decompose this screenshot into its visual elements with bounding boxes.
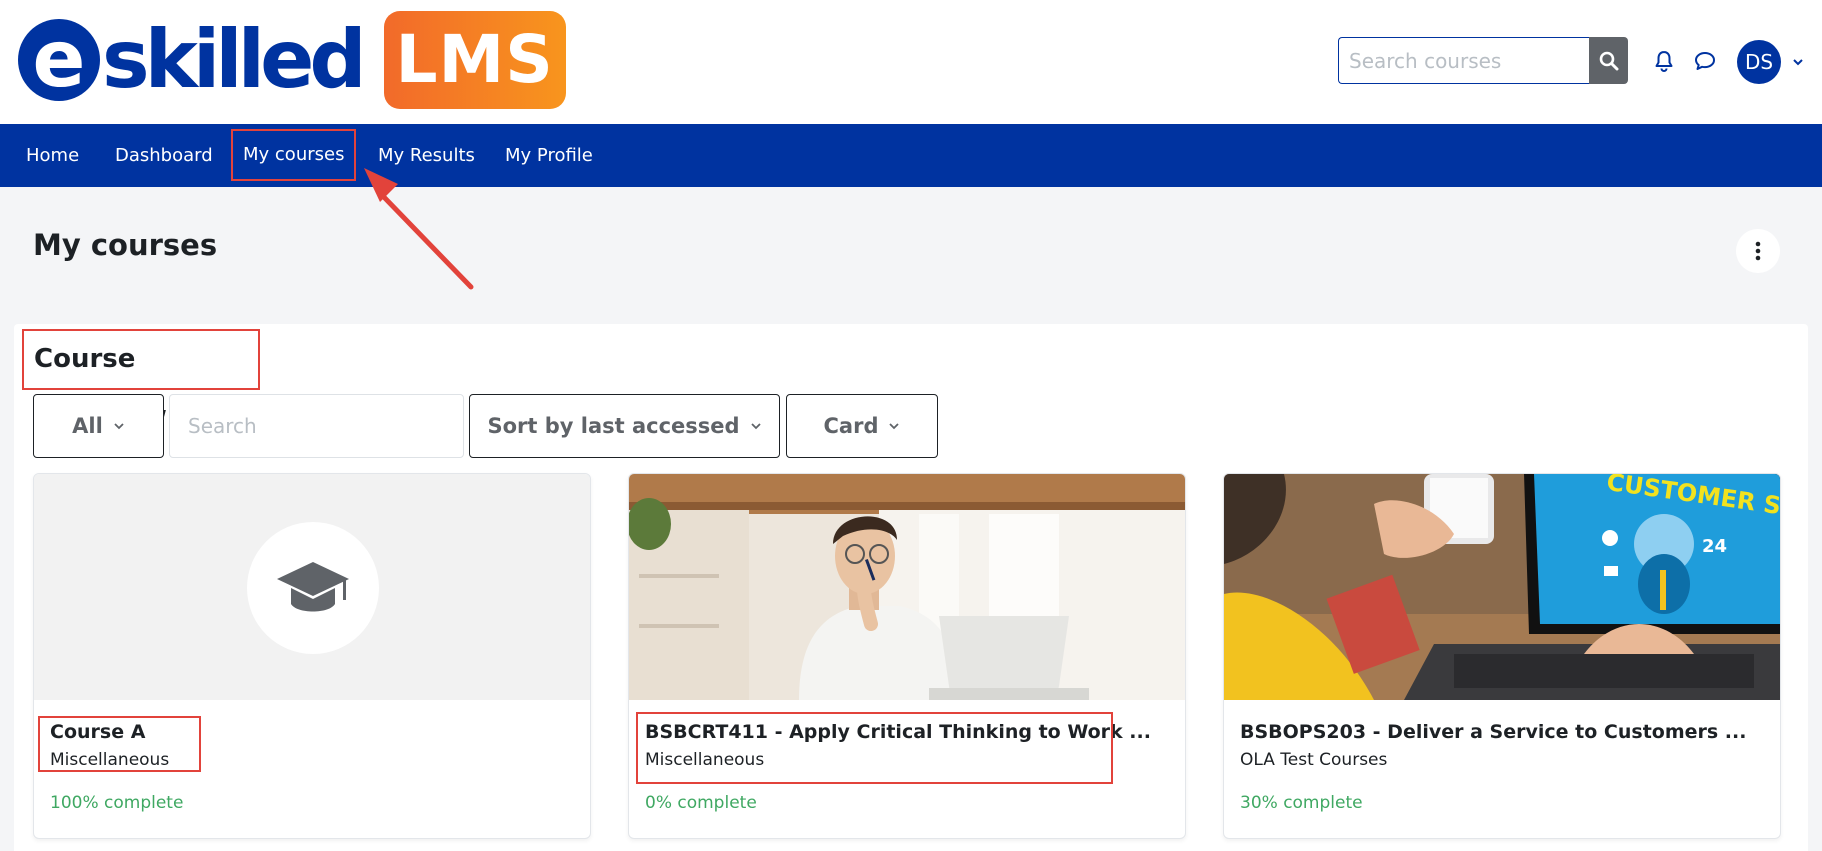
user-avatar[interactable]: DS <box>1737 40 1781 84</box>
search-button[interactable] <box>1589 37 1628 84</box>
site-header: e skilled LMS DS <box>0 0 1822 124</box>
logo-wordmark: skilled <box>102 13 367 106</box>
search-courses-input[interactable] <box>1338 37 1589 84</box>
course-placeholder-circle <box>247 522 379 654</box>
page-actions-button[interactable] <box>1736 229 1780 273</box>
chat-icon[interactable] <box>1693 49 1717 73</box>
customer-service-24: 24 <box>1702 536 1727 557</box>
course-card-image[interactable] <box>629 474 1185 700</box>
nav-my-results[interactable]: My Results <box>378 124 475 187</box>
course-card[interactable]: Course A Miscellaneous 100% complete <box>33 473 591 839</box>
chevron-down-icon <box>750 423 761 430</box>
chevron-down-icon[interactable] <box>1791 55 1805 69</box>
bell-icon[interactable] <box>1652 49 1676 73</box>
search-icon <box>1599 51 1618 70</box>
graduation-cap-icon <box>277 562 349 612</box>
course-progress: 0% complete <box>645 793 757 813</box>
view-mode-dropdown-button[interactable]: Card <box>786 394 938 458</box>
nav-my-courses[interactable]: My courses <box>230 129 357 181</box>
course-image-thinking-man <box>629 474 1185 700</box>
nav-dashboard[interactable]: Dashboard <box>115 124 213 187</box>
course-image-customer-service: 24 CUSTOMER SERVICE <box>1224 474 1780 700</box>
logo-e-mark: e <box>18 19 100 101</box>
course-filter-search-input[interactable] <box>169 394 464 458</box>
highlight-course-a <box>38 716 201 772</box>
course-title[interactable]: BSBOPS203 - Deliver a Service to Custome… <box>1240 721 1746 743</box>
eskilled-lms-logo[interactable]: e skilled LMS <box>18 8 566 112</box>
page-title: My courses <box>33 228 218 262</box>
course-card[interactable]: 24 CUSTOMER SERVICE BSBOPS203 - Deliver … <box>1223 473 1781 839</box>
grouping-filter-button[interactable]: All <box>33 394 164 458</box>
course-category: OLA Test Courses <box>1240 750 1388 770</box>
course-progress: 30% complete <box>1240 793 1363 813</box>
primary-navigation: Home Dashboard My courses My Results My … <box>0 124 1822 187</box>
logo-lms-badge: LMS <box>383 11 566 109</box>
chevron-down-icon <box>114 423 124 430</box>
nav-my-profile[interactable]: My Profile <box>505 124 593 187</box>
sort-dropdown-label: Sort by last accessed <box>487 414 740 438</box>
nav-home[interactable]: Home <box>26 124 79 187</box>
chevron-down-icon <box>889 423 900 430</box>
course-overview-heading: Course overview <box>22 329 260 431</box>
sort-dropdown-button[interactable]: Sort by last accessed <box>469 394 780 458</box>
more-vertical-icon <box>1755 241 1761 261</box>
course-card-image[interactable] <box>34 474 590 700</box>
course-progress: 100% complete <box>50 793 184 813</box>
highlight-bsbcrt411 <box>636 712 1113 784</box>
grouping-filter-label: All <box>72 414 103 438</box>
course-search <box>1338 37 1628 84</box>
course-card[interactable]: BSBCRT411 - Apply Critical Thinking to W… <box>628 473 1186 839</box>
course-card-image[interactable]: 24 CUSTOMER SERVICE <box>1224 474 1780 700</box>
view-mode-label: Card <box>823 414 879 438</box>
